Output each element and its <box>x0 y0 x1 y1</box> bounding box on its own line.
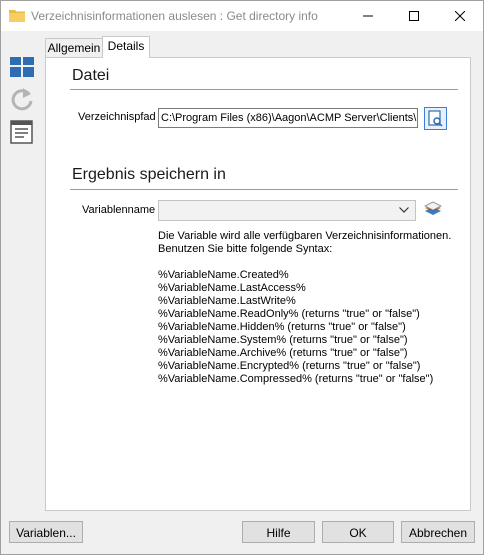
variable-label: Variablenname <box>82 204 156 216</box>
syntax-line: %VariableName.LastWrite% <box>158 295 296 307</box>
maximize-button[interactable] <box>391 1 437 31</box>
variable-picker-button[interactable] <box>422 198 444 220</box>
cancel-button[interactable]: Abbrechen <box>401 521 475 543</box>
syntax-line: %VariableName.System% (returns "true" or… <box>158 334 408 346</box>
variables-button[interactable]: Variablen... <box>9 521 83 543</box>
variable-icon <box>424 201 442 215</box>
refresh-icon[interactable] <box>9 86 35 111</box>
help-button[interactable]: Hilfe <box>242 521 315 543</box>
section-heading-datei: Datei <box>72 67 110 84</box>
syntax-line: %VariableName.Archive% (returns "true" o… <box>158 347 408 359</box>
dialog-window: Verzeichnisinformationen auslesen : Get … <box>0 0 484 555</box>
variable-select[interactable] <box>158 200 416 221</box>
document-list-icon[interactable] <box>9 119 35 144</box>
minimize-button[interactable] <box>345 1 391 31</box>
ok-button[interactable]: OK <box>322 521 394 543</box>
divider <box>70 89 458 90</box>
section-heading-ergebnis: Ergebnis speichern in <box>72 166 226 183</box>
minimize-icon <box>363 15 373 17</box>
window-title: Verzeichnisinformationen auslesen : Get … <box>31 9 318 23</box>
tab-details[interactable]: Details <box>102 36 150 58</box>
syntax-line: %VariableName.Created% <box>158 269 289 281</box>
left-toolbar <box>1 32 43 516</box>
description-line-2: Benutzen Sie bitte folgende Syntax: <box>158 243 333 255</box>
maximize-icon <box>409 11 419 21</box>
syntax-line: %VariableName.LastAccess% <box>158 282 306 294</box>
details-panel: Datei Verzeichnispfad C:\Program Files (… <box>45 57 471 511</box>
layout-icon[interactable] <box>9 56 35 80</box>
syntax-line: %VariableName.Compressed% (returns "true… <box>158 373 434 385</box>
title-bar: Verzeichnisinformationen auslesen : Get … <box>1 1 483 31</box>
folder-search-icon <box>428 110 443 127</box>
divider <box>70 189 458 190</box>
browse-folder-button[interactable] <box>424 107 447 130</box>
path-label: Verzeichnispfad <box>78 111 156 123</box>
syntax-line: %VariableName.Encrypted% (returns "true"… <box>158 360 421 372</box>
close-icon <box>455 11 465 21</box>
syntax-line: %VariableName.Hidden% (returns "true" or… <box>158 321 406 333</box>
folder-icon <box>9 9 25 22</box>
chevron-down-icon <box>399 207 409 213</box>
close-button[interactable] <box>437 1 483 31</box>
description-line-1: Die Variable wird alle verfügbaren Verze… <box>158 230 452 242</box>
syntax-line: %VariableName.ReadOnly% (returns "true" … <box>158 308 420 320</box>
path-input[interactable]: C:\Program Files (x86)\Aagon\ACMP Server… <box>158 108 418 128</box>
tab-allgemein[interactable]: Allgemein <box>45 38 103 57</box>
